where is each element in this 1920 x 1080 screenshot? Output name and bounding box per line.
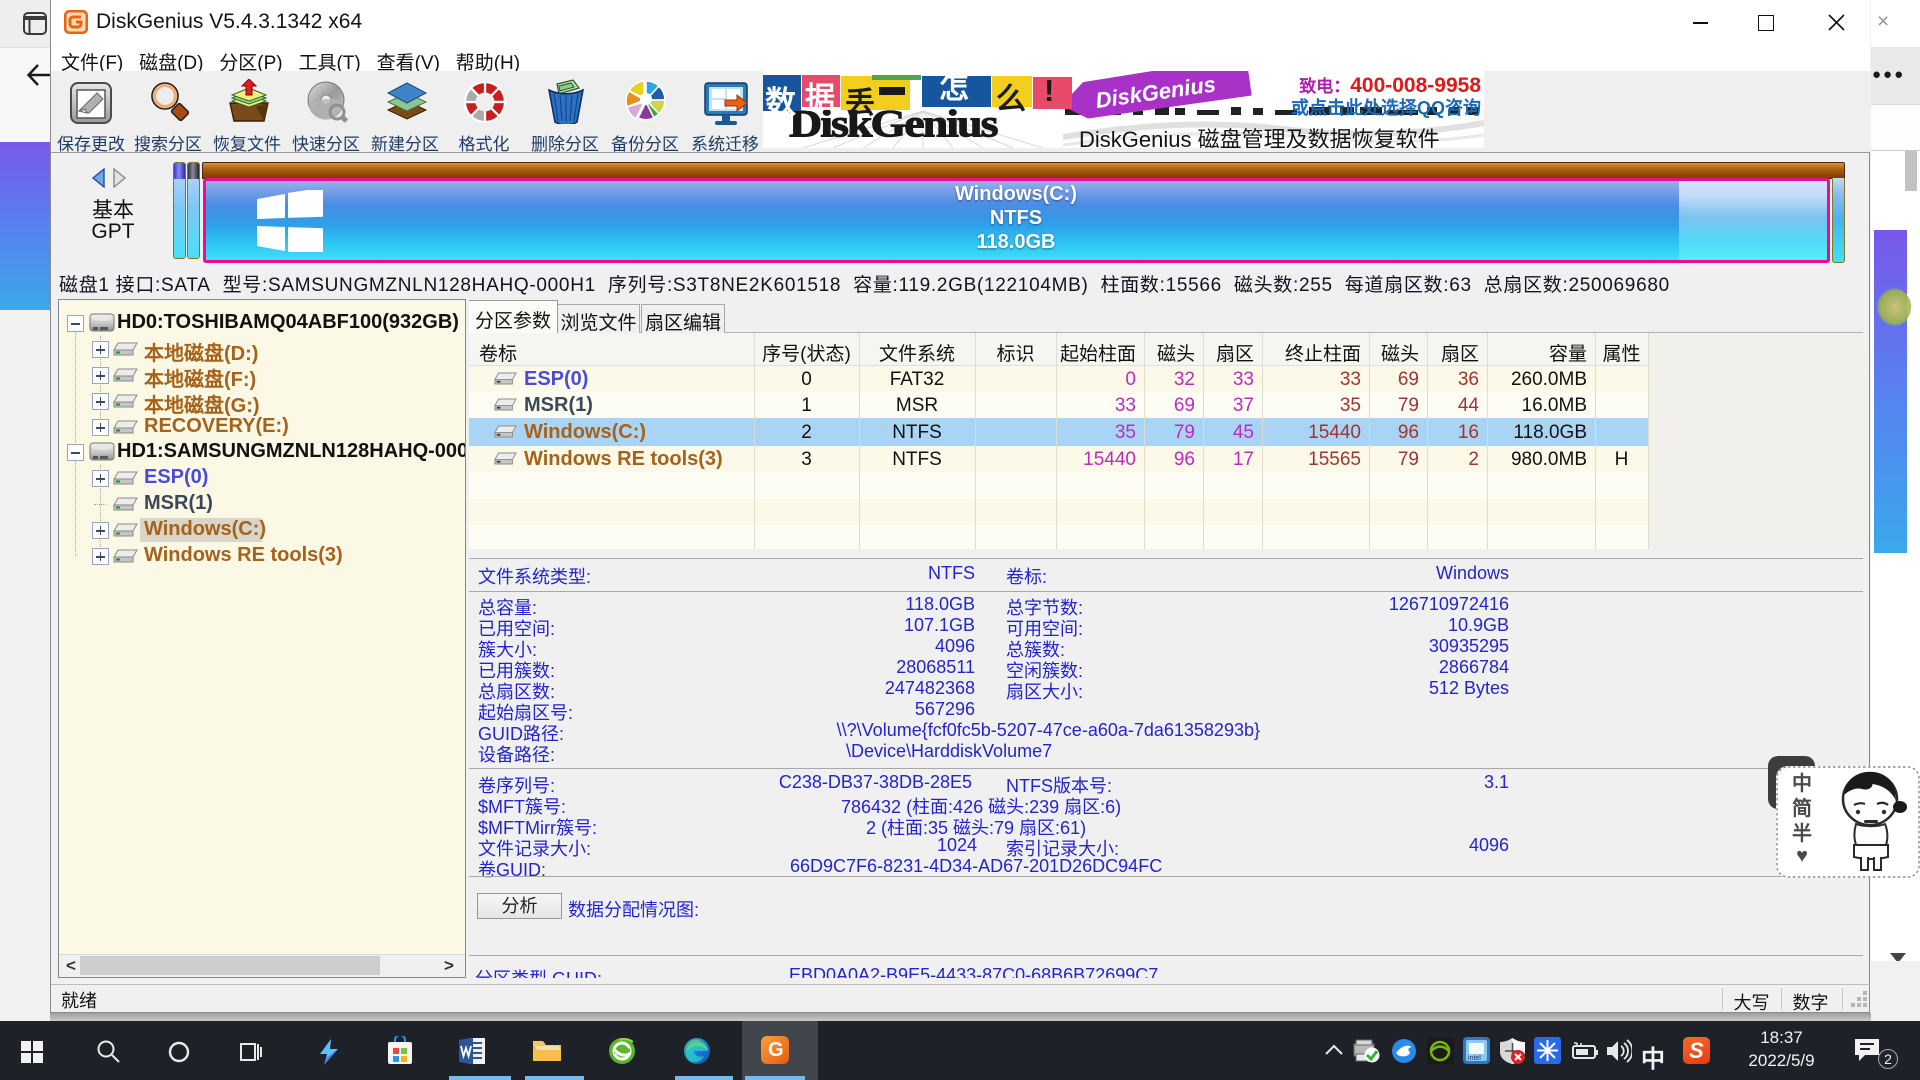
svg-text:intel: intel bbox=[1468, 1055, 1481, 1062]
